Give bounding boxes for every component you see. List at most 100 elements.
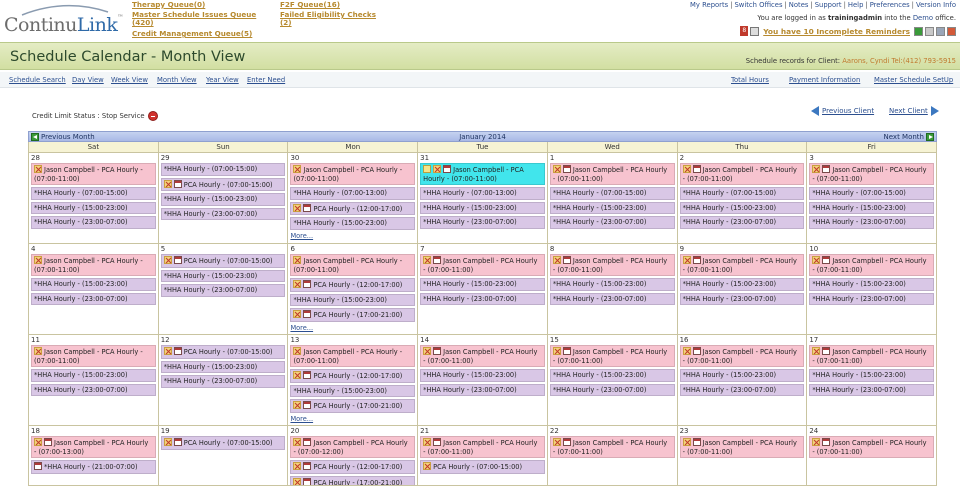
schedule-event[interactable]: *HHA Hourly - (15:00-23:00)	[549, 369, 675, 382]
schedule-event[interactable]: PCA Hourly - (07:00-15:00)	[160, 345, 286, 359]
credit-management-queue-link[interactable]: Credit Management Queue(5)	[132, 30, 252, 38]
calendar-day[interactable]: 11 Jason Campbell - PCA Hourly - (07:00-1…	[29, 335, 159, 426]
payment-information-link[interactable]: Payment Information	[789, 76, 860, 84]
edit-icon[interactable]	[293, 310, 302, 318]
schedule-event[interactable]: *HHA Hourly - (15:00-23:00)	[290, 384, 416, 397]
schedule-event[interactable]: *HHA Hourly - (15:00-23:00)	[31, 201, 156, 214]
switch-offices-link[interactable]: Switch Offices	[734, 1, 782, 9]
schedule-event[interactable]: PCA Hourly - (12:00-17:00)	[290, 369, 416, 383]
failed-eligibility-checks-link[interactable]: Failed Eligibility Checks (2)	[280, 11, 376, 27]
schedule-event[interactable]: *HHA Hourly - (23:00-07:00)	[160, 207, 286, 220]
schedule-event[interactable]: *HHA Hourly - (07:00-13:00)	[290, 187, 416, 200]
calendar-icon[interactable]	[173, 179, 182, 188]
edit-icon[interactable]	[812, 165, 821, 173]
schedule-event[interactable]: *HHA Hourly - (23:00-07:00)	[160, 284, 286, 297]
edit-icon[interactable]	[423, 462, 432, 470]
calendar-icon[interactable]	[822, 256, 831, 264]
calendar-day[interactable]: 29 *HHA Hourly - (07:00-15:00) PCA Hourly …	[158, 153, 289, 244]
schedule-event[interactable]: *HHA Hourly - (23:00-07:00)	[420, 216, 545, 229]
calendar-day[interactable]: 31 Jason Campbell - PCA Hourly - (07:00-1…	[418, 153, 548, 244]
calendar-icon[interactable]	[692, 165, 701, 173]
more-link[interactable]: More...	[290, 232, 415, 240]
schedule-event[interactable]: *HHA Hourly - (23:00-07:00)	[679, 383, 805, 396]
edit-icon[interactable]	[293, 438, 302, 446]
calendar-icon[interactable]	[562, 347, 571, 355]
day-view-link[interactable]: Day View	[72, 76, 104, 84]
schedule-event[interactable]: *HHA Hourly - (15:00-23:00)	[549, 278, 675, 291]
calendar-day[interactable]: 20 Jason Campbell - PCA Hourly - (07:00-1…	[288, 426, 419, 486]
day-number[interactable]: 5	[161, 245, 286, 254]
schedule-event[interactable]: *HHA Hourly - (15:00-23:00)	[420, 201, 545, 214]
edit-icon[interactable]	[552, 165, 561, 173]
calendar-day[interactable]: 13 Jason Campbell - PCA Hourly - (07:00-1…	[288, 335, 419, 426]
calendar-icon[interactable]	[443, 165, 452, 173]
calendar-icon[interactable]	[562, 438, 571, 446]
calendar-day[interactable]: 14 Jason Campbell - PCA Hourly - (07:00-1…	[418, 335, 548, 426]
calendar-icon[interactable]	[692, 256, 701, 264]
day-number[interactable]: 29	[161, 154, 286, 163]
day-number[interactable]: 3	[809, 154, 934, 163]
day-number[interactable]: 16	[680, 336, 805, 345]
calendar-icon[interactable]	[303, 371, 312, 379]
schedule-event[interactable]: *HHA Hourly - (23:00-07:00)	[809, 383, 935, 396]
client-name[interactable]: Aarons, Cyndi Tel:(412) 793-5915	[842, 57, 956, 65]
edit-icon[interactable]	[163, 347, 172, 355]
calendar-icon[interactable]	[303, 203, 312, 212]
calendar-day[interactable]: 12 PCA Hourly - (07:00-15:00) *HHA Hourly …	[158, 335, 289, 426]
day-number[interactable]: 2	[680, 154, 805, 163]
calendar-day[interactable]: 6 Jason Campbell - PCA Hourly - (07:00-11…	[288, 244, 419, 335]
edit-icon[interactable]	[293, 203, 302, 212]
day-number[interactable]: 18	[31, 427, 156, 436]
schedule-event[interactable]: *HHA Hourly - (07:00-15:00)	[31, 187, 156, 200]
schedule-event[interactable]: *HHA Hourly - (15:00-23:00)	[549, 201, 675, 214]
schedule-event[interactable]: *HHA Hourly - (23:00-07:00)	[809, 292, 935, 305]
schedule-event[interactable]: *HHA Hourly - (15:00-23:00)	[809, 369, 935, 382]
calendar-day[interactable]: 3 Jason Campbell - PCA Hourly - (07:00-11…	[807, 153, 938, 244]
more-link[interactable]: More...	[290, 324, 415, 332]
schedule-event[interactable]: *HHA Hourly - (15:00-23:00)	[160, 360, 286, 373]
edit-icon[interactable]	[34, 438, 42, 446]
edit-icon[interactable]	[433, 165, 442, 173]
schedule-event[interactable]: Jason Campbell - PCA Hourly - (07:00-11:…	[679, 345, 805, 367]
edit-icon[interactable]	[423, 256, 432, 264]
day-number[interactable]: 31	[420, 154, 545, 163]
more-link[interactable]: More...	[290, 415, 415, 423]
preferences-link[interactable]: Preferences	[870, 1, 910, 9]
calendar-icon[interactable]	[692, 438, 701, 446]
calendar-day[interactable]: 23 Jason Campbell - PCA Hourly - (07:00-1…	[677, 426, 808, 486]
schedule-event[interactable]: *HHA Hourly - (07:00-15:00)	[809, 187, 935, 200]
schedule-event[interactable]: *HHA Hourly - (15:00-23:00)	[31, 369, 156, 382]
calendar-icon[interactable]	[173, 347, 182, 355]
schedule-event[interactable]: *HHA Hourly - (15:00-23:00)	[809, 278, 935, 291]
schedule-event[interactable]: *HHA Hourly - (23:00-07:00)	[679, 216, 805, 229]
calendar-icon[interactable]	[303, 462, 312, 470]
calendar-day[interactable]: 7 Jason Campbell - PCA Hourly - (07:00-11…	[418, 244, 548, 335]
day-number[interactable]: 14	[420, 336, 545, 345]
schedule-event[interactable]: *HHA Hourly - (23:00-07:00)	[809, 216, 935, 229]
schedule-event[interactable]: *HHA Hourly - (15:00-23:00)	[31, 278, 156, 291]
schedule-event[interactable]: *HHA Hourly - (15:00-23:00)	[160, 193, 286, 206]
next-month-button[interactable]: Next Month	[884, 133, 934, 141]
day-number[interactable]: 6	[290, 245, 415, 254]
edit-icon[interactable]	[552, 256, 561, 264]
week-view-link[interactable]: Week View	[111, 76, 148, 84]
day-number[interactable]: 13	[290, 336, 415, 345]
schedule-event[interactable]: *HHA Hourly - (23:00-07:00)	[31, 216, 156, 229]
schedule-event[interactable]: *HHA Hourly - (15:00-23:00)	[679, 369, 805, 382]
schedule-event[interactable]: *HHA Hourly - (23:00-07:00)	[420, 292, 545, 305]
schedule-event[interactable]: PCA Hourly - (07:00-15:00)	[160, 436, 286, 450]
schedule-event[interactable]: *HHA Hourly - (23:00-07:00)	[31, 292, 156, 305]
day-number[interactable]: 22	[550, 427, 675, 436]
schedule-event[interactable]: PCA Hourly - (12:00-17:00)	[290, 201, 416, 215]
calendar-icon[interactable]	[433, 256, 442, 264]
calendar-day[interactable]: 18 Jason Campbell - PCA Hourly - (07:00-1…	[29, 426, 159, 486]
continulink-logo[interactable]: ContinuLink™	[4, 4, 128, 40]
schedule-event[interactable]: *HHA Hourly - (07:00-15:00)	[679, 187, 805, 200]
schedule-event[interactable]: Jason Campbell - PCA Hourly - (07:00-11:…	[420, 163, 545, 185]
day-number[interactable]: 15	[550, 336, 675, 345]
master-schedule-issues-queue-link[interactable]: Master Schedule Issues Queue (420)	[132, 11, 256, 27]
schedule-event[interactable]: *HHA Hourly - (23:00-07:00)	[549, 292, 675, 305]
schedule-event[interactable]: Jason Campbell - PCA Hourly - (07:00-11:…	[290, 345, 416, 367]
calendar-day[interactable]: 17 Jason Campbell - PCA Hourly - (07:00-1…	[807, 335, 938, 426]
schedule-event[interactable]: *HHA Hourly - (15:00-23:00)	[290, 217, 416, 230]
